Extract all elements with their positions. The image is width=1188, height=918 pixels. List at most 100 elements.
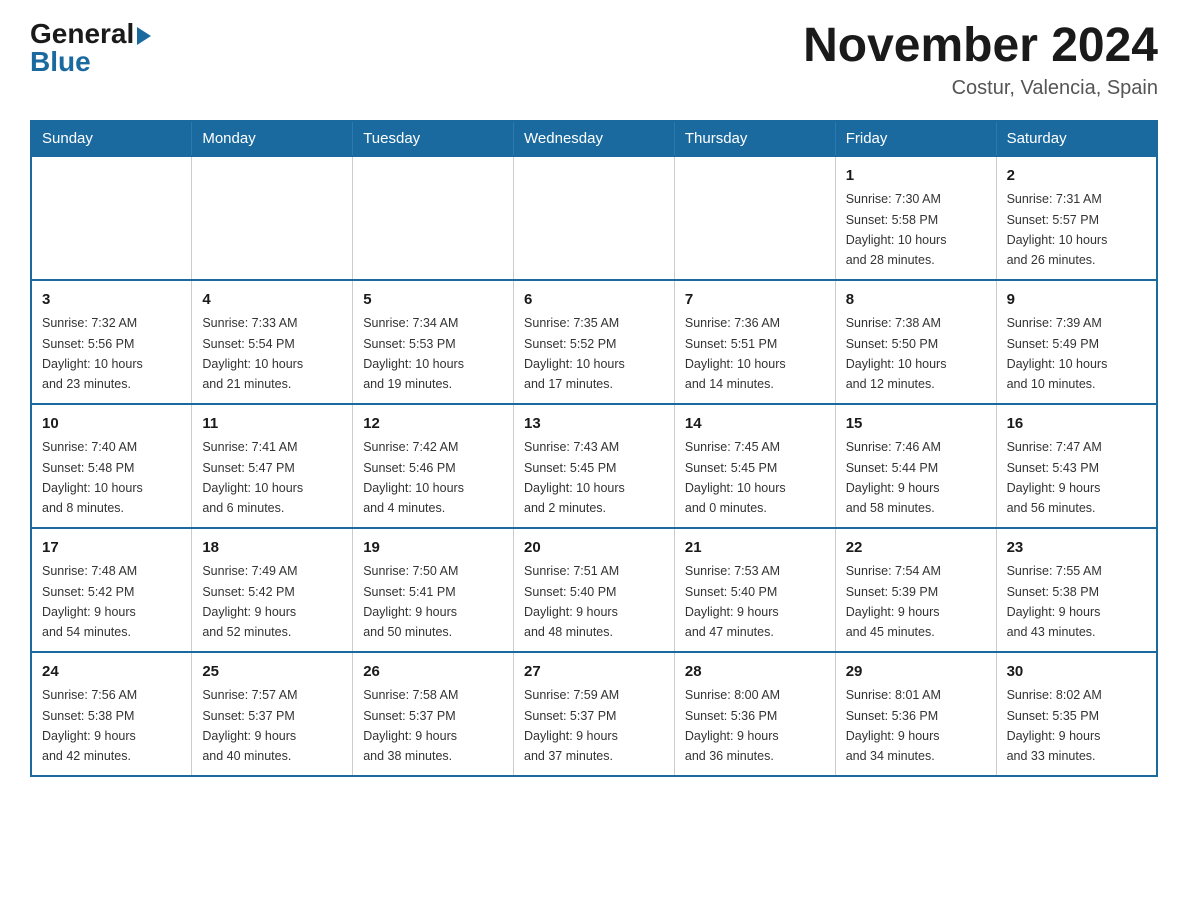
calendar-cell: 21 Sunrise: 7:53 AM Sunset: 5:40 PM Dayli… — [674, 528, 835, 652]
day-info: Sunrise: 7:55 AM Sunset: 5:38 PM Dayligh… — [1007, 564, 1102, 639]
weekday-header-wednesday: Wednesday — [514, 121, 675, 156]
day-number: 27 — [524, 661, 664, 684]
day-number: 26 — [363, 661, 503, 684]
calendar-cell: 12 Sunrise: 7:42 AM Sunset: 5:46 PM Dayli… — [353, 404, 514, 528]
day-number: 23 — [1007, 537, 1146, 560]
day-info: Sunrise: 7:46 AM Sunset: 5:44 PM Dayligh… — [846, 440, 941, 515]
calendar-cell: 5Sunrise: 7:34 AM Sunset: 5:53 PM Daylig… — [353, 280, 514, 404]
day-info: Sunrise: 7:58 AM Sunset: 5:37 PM Dayligh… — [363, 688, 458, 763]
day-info: Sunrise: 7:47 AM Sunset: 5:43 PM Dayligh… — [1007, 440, 1102, 515]
calendar-cell: 23 Sunrise: 7:55 AM Sunset: 5:38 PM Dayli… — [996, 528, 1157, 652]
day-info: Sunrise: 7:54 AM Sunset: 5:39 PM Dayligh… — [846, 564, 941, 639]
day-number: 2 — [1007, 165, 1146, 188]
day-info: Sunrise: 7:43 AM Sunset: 5:45 PM Dayligh… — [524, 440, 625, 515]
weekday-header-saturday: Saturday — [996, 121, 1157, 156]
day-number: 21 — [685, 537, 825, 560]
calendar-cell — [514, 156, 675, 280]
day-info: Sunrise: 7:33 AM Sunset: 5:54 PM Dayligh… — [202, 316, 303, 391]
calendar-cell — [353, 156, 514, 280]
day-number: 16 — [1007, 413, 1146, 436]
day-number: 1 — [846, 165, 986, 188]
day-info: Sunrise: 7:30 AM Sunset: 5:58 PM Dayligh… — [846, 192, 947, 267]
day-number: 15 — [846, 413, 986, 436]
location: Costur, Valencia, Spain — [803, 77, 1158, 100]
day-number: 25 — [202, 661, 342, 684]
day-number: 30 — [1007, 661, 1146, 684]
day-info: Sunrise: 8:00 AM Sunset: 5:36 PM Dayligh… — [685, 688, 780, 763]
day-info: Sunrise: 8:02 AM Sunset: 5:35 PM Dayligh… — [1007, 688, 1102, 763]
weekday-header-tuesday: Tuesday — [353, 121, 514, 156]
title-area: November 2024 Costur, Valencia, Spain — [803, 20, 1158, 100]
calendar-week-3: 10 Sunrise: 7:40 AM Sunset: 5:48 PM Dayli… — [31, 404, 1157, 528]
day-info: Sunrise: 7:45 AM Sunset: 5:45 PM Dayligh… — [685, 440, 786, 515]
day-number: 3 — [42, 289, 181, 312]
day-info: Sunrise: 7:59 AM Sunset: 5:37 PM Dayligh… — [524, 688, 619, 763]
calendar-cell: 20 Sunrise: 7:51 AM Sunset: 5:40 PM Dayli… — [514, 528, 675, 652]
day-number: 28 — [685, 661, 825, 684]
day-info: Sunrise: 7:39 AM Sunset: 5:49 PM Dayligh… — [1007, 316, 1108, 391]
calendar-cell: 6 Sunrise: 7:35 AM Sunset: 5:52 PM Daylig… — [514, 280, 675, 404]
day-number: 19 — [363, 537, 503, 560]
day-number: 5 — [363, 289, 503, 312]
calendar-cell: 22 Sunrise: 7:54 AM Sunset: 5:39 PM Dayli… — [835, 528, 996, 652]
calendar-cell: 18 Sunrise: 7:49 AM Sunset: 5:42 PM Dayli… — [192, 528, 353, 652]
calendar-cell: 17 Sunrise: 7:48 AM Sunset: 5:42 PM Dayli… — [31, 528, 192, 652]
calendar-cell: 13 Sunrise: 7:43 AM Sunset: 5:45 PM Dayli… — [514, 404, 675, 528]
weekday-header-monday: Monday — [192, 121, 353, 156]
month-title: November 2024 — [803, 20, 1158, 73]
logo-general-text: General — [30, 20, 151, 48]
day-number: 6 — [524, 289, 664, 312]
logo: General Blue — [30, 20, 151, 76]
day-number: 18 — [202, 537, 342, 560]
day-info: Sunrise: 7:42 AM Sunset: 5:46 PM Dayligh… — [363, 440, 464, 515]
day-number: 7 — [685, 289, 825, 312]
calendar-cell: 16 Sunrise: 7:47 AM Sunset: 5:43 PM Dayli… — [996, 404, 1157, 528]
calendar-cell: 3 Sunrise: 7:32 AM Sunset: 5:56 PM Daylig… — [31, 280, 192, 404]
calendar-cell: 4Sunrise: 7:33 AM Sunset: 5:54 PM Daylig… — [192, 280, 353, 404]
calendar-cell: 10 Sunrise: 7:40 AM Sunset: 5:48 PM Dayli… — [31, 404, 192, 528]
calendar-cell: 14 Sunrise: 7:45 AM Sunset: 5:45 PM Dayli… — [674, 404, 835, 528]
day-number: 12 — [363, 413, 503, 436]
day-number: 14 — [685, 413, 825, 436]
day-info: Sunrise: 7:32 AM Sunset: 5:56 PM Dayligh… — [42, 316, 143, 391]
day-number: 22 — [846, 537, 986, 560]
calendar-cell — [192, 156, 353, 280]
calendar-cell — [674, 156, 835, 280]
day-number: 20 — [524, 537, 664, 560]
calendar-cell: 28 Sunrise: 8:00 AM Sunset: 5:36 PM Dayli… — [674, 652, 835, 776]
day-info: Sunrise: 7:41 AM Sunset: 5:47 PM Dayligh… — [202, 440, 303, 515]
day-info: Sunrise: 7:50 AM Sunset: 5:41 PM Dayligh… — [363, 564, 458, 639]
weekday-header-friday: Friday — [835, 121, 996, 156]
day-info: Sunrise: 7:49 AM Sunset: 5:42 PM Dayligh… — [202, 564, 297, 639]
calendar-header: SundayMondayTuesdayWednesdayThursdayFrid… — [31, 121, 1157, 156]
weekday-header-sunday: Sunday — [31, 121, 192, 156]
calendar-week-2: 3 Sunrise: 7:32 AM Sunset: 5:56 PM Daylig… — [31, 280, 1157, 404]
day-number: 13 — [524, 413, 664, 436]
day-info: Sunrise: 7:51 AM Sunset: 5:40 PM Dayligh… — [524, 564, 619, 639]
day-info: Sunrise: 7:35 AM Sunset: 5:52 PM Dayligh… — [524, 316, 625, 391]
day-number: 24 — [42, 661, 181, 684]
calendar-cell: 1 Sunrise: 7:30 AM Sunset: 5:58 PM Daylig… — [835, 156, 996, 280]
day-info: Sunrise: 7:53 AM Sunset: 5:40 PM Dayligh… — [685, 564, 780, 639]
day-info: Sunrise: 7:38 AM Sunset: 5:50 PM Dayligh… — [846, 316, 947, 391]
day-number: 10 — [42, 413, 181, 436]
calendar-cell — [31, 156, 192, 280]
calendar-cell: 9 Sunrise: 7:39 AM Sunset: 5:49 PM Daylig… — [996, 280, 1157, 404]
calendar-cell: 27 Sunrise: 7:59 AM Sunset: 5:37 PM Dayli… — [514, 652, 675, 776]
day-info: Sunrise: 7:40 AM Sunset: 5:48 PM Dayligh… — [42, 440, 143, 515]
day-number: 29 — [846, 661, 986, 684]
day-number: 8 — [846, 289, 986, 312]
day-info: Sunrise: 8:01 AM Sunset: 5:36 PM Dayligh… — [846, 688, 941, 763]
calendar-cell: 30 Sunrise: 8:02 AM Sunset: 5:35 PM Dayli… — [996, 652, 1157, 776]
calendar-cell: 29 Sunrise: 8:01 AM Sunset: 5:36 PM Dayli… — [835, 652, 996, 776]
day-info: Sunrise: 7:31 AM Sunset: 5:57 PM Dayligh… — [1007, 192, 1108, 267]
day-info: Sunrise: 7:48 AM Sunset: 5:42 PM Dayligh… — [42, 564, 137, 639]
day-number: 17 — [42, 537, 181, 560]
calendar-cell: 15 Sunrise: 7:46 AM Sunset: 5:44 PM Dayli… — [835, 404, 996, 528]
calendar-cell: 11Sunrise: 7:41 AM Sunset: 5:47 PM Dayli… — [192, 404, 353, 528]
calendar-cell: 24Sunrise: 7:56 AM Sunset: 5:38 PM Dayli… — [31, 652, 192, 776]
calendar-cell: 2 Sunrise: 7:31 AM Sunset: 5:57 PM Daylig… — [996, 156, 1157, 280]
calendar-cell: 7Sunrise: 7:36 AM Sunset: 5:51 PM Daylig… — [674, 280, 835, 404]
calendar-body: 1 Sunrise: 7:30 AM Sunset: 5:58 PM Daylig… — [31, 156, 1157, 776]
day-number: 9 — [1007, 289, 1146, 312]
